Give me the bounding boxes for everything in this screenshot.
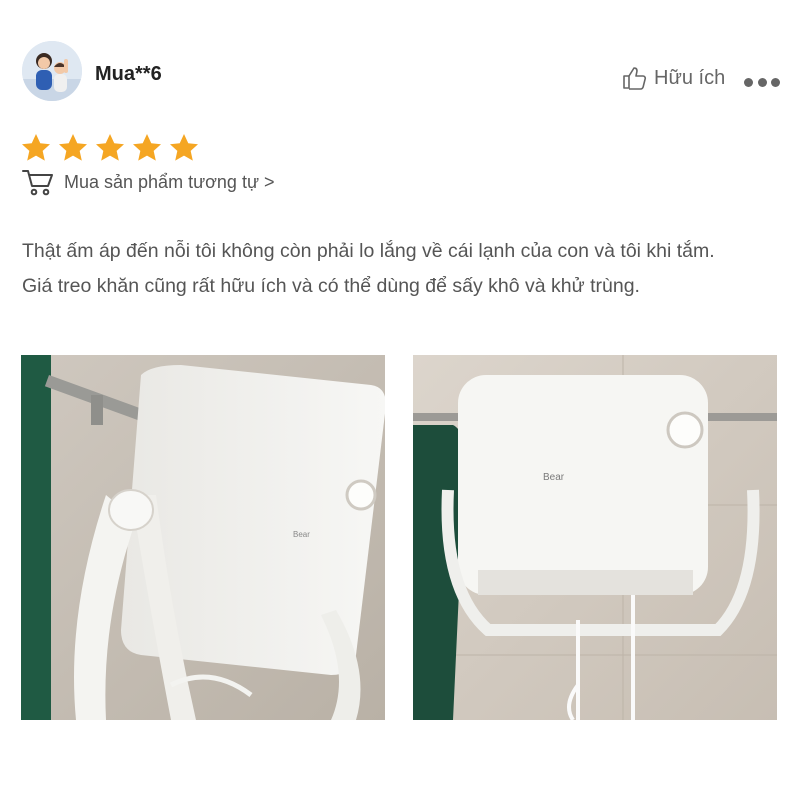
username[interactable]: Mua**6: [95, 63, 162, 86]
cart-icon: [22, 170, 53, 196]
buy-similar-link[interactable]: Mua sản phẩm tương tự >: [22, 168, 275, 196]
review-text-line: Giá treo khăn cũng rất hữu ích và có thể…: [22, 275, 640, 297]
more-icon: [771, 77, 780, 87]
star-icon: [96, 134, 124, 161]
brand-logo: Bear: [293, 530, 310, 539]
brand-logo: Bear: [543, 472, 565, 483]
buy-similar-label: Mua sản phẩm tương tự >: [64, 171, 275, 192]
review-text-line: Thật ấm áp đến nỗi tôi không còn phải lo…: [22, 240, 715, 262]
star-icon: [22, 134, 50, 161]
star-icon: [133, 134, 161, 161]
more-icon: [744, 77, 753, 87]
helpful-button[interactable]: Hữu ích: [622, 66, 725, 90]
heater-photo: Bear: [21, 355, 385, 720]
thumbs-up-icon: [623, 67, 647, 90]
helpful-label: Hữu ích: [654, 66, 726, 89]
heater-photo: Bear: [413, 355, 777, 720]
avatar[interactable]: [22, 41, 82, 101]
avatar-image: [22, 41, 82, 101]
review-photo-1[interactable]: Bear: [21, 355, 385, 720]
more-icon: [757, 77, 767, 87]
review-text: Thật ấm áp đến nỗi tôi không còn phải lo…: [22, 234, 792, 304]
star-icon: [59, 134, 87, 161]
review-photo-2[interactable]: Bear: [413, 355, 777, 720]
star-icon: [170, 134, 198, 161]
more-options-button[interactable]: [744, 70, 780, 94]
rating-stars: [20, 132, 200, 164]
